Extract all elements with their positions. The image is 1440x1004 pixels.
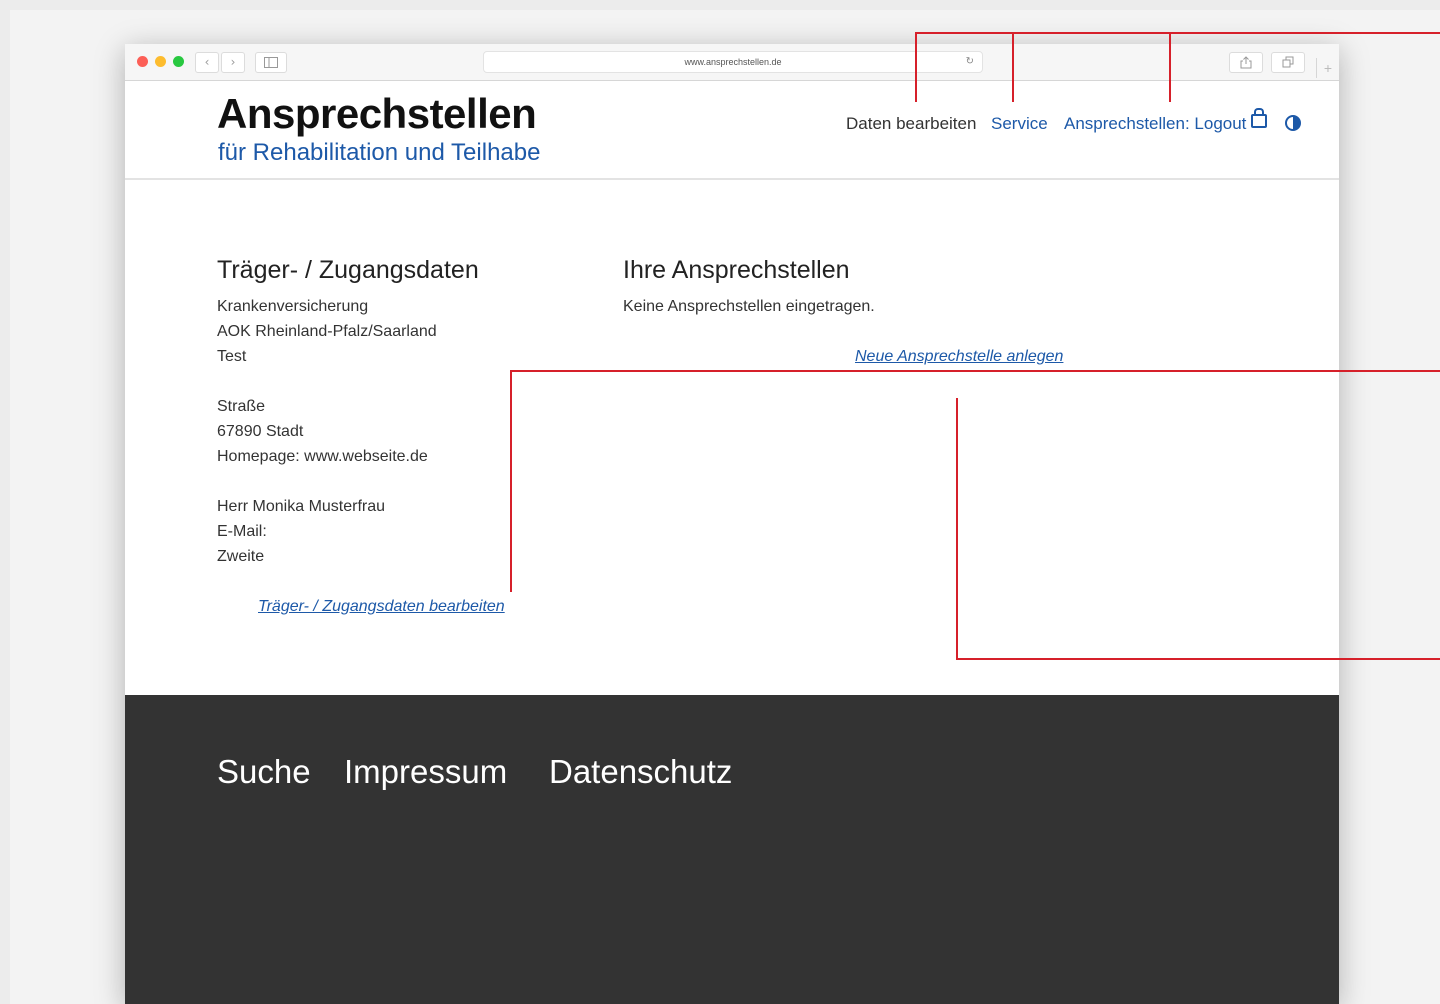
share-icon[interactable] bbox=[1229, 52, 1263, 73]
contrast-toggle-icon[interactable] bbox=[1285, 115, 1301, 131]
back-icon[interactable]: ‹ bbox=[195, 52, 219, 73]
edit-traeger-link[interactable]: Träger- / Zugangsdaten bearbeiten bbox=[258, 598, 505, 616]
footer-link-datenschutz[interactable]: Datenschutz bbox=[549, 753, 732, 791]
site-title[interactable]: Ansprechstellen bbox=[217, 90, 537, 138]
site-footer: Suche Impressum Datenschutz bbox=[125, 695, 1339, 1004]
footer-link-impressum[interactable]: Impressum bbox=[344, 753, 507, 791]
callout-line bbox=[915, 32, 917, 102]
info-line: Herr Monika Musterfrau bbox=[217, 498, 386, 515]
nav-logout[interactable]: Ansprechstellen: Logout bbox=[1064, 108, 1268, 134]
traeger-heading: Träger- / Zugangsdaten bbox=[217, 256, 479, 284]
callout-line-bottom bbox=[956, 658, 1440, 660]
forward-icon[interactable]: › bbox=[221, 52, 245, 73]
reload-icon[interactable]: ↻ bbox=[966, 52, 974, 72]
info-line: Straße bbox=[217, 398, 266, 415]
callout-line-top bbox=[915, 32, 1440, 34]
site-subtitle: für Rehabilitation und Teilhabe bbox=[218, 139, 541, 166]
browser-window: ‹ › www.ansprechstellen.de ↻ + Ansprechs… bbox=[125, 44, 1339, 1004]
maximize-window-button[interactable] bbox=[173, 56, 184, 67]
empty-state-text: Keine Ansprechstellen eingetragen. bbox=[623, 298, 875, 315]
info-line: Homepage: www.webseite.de bbox=[217, 448, 428, 465]
address-bar[interactable]: www.ansprechstellen.de ↻ bbox=[483, 51, 983, 73]
nav-service[interactable]: Service bbox=[991, 114, 1048, 134]
info-line: E-Mail: bbox=[217, 523, 267, 540]
info-line: Zweite bbox=[217, 548, 265, 565]
callout-line bbox=[510, 370, 512, 592]
lock-icon bbox=[1251, 108, 1268, 128]
info-line: 67890 Stadt bbox=[217, 423, 304, 440]
nav-logout-label: Ansprechstellen: Logout bbox=[1064, 114, 1247, 133]
footer-link-suche[interactable]: Suche bbox=[217, 753, 311, 791]
browser-toolbar: ‹ › www.ansprechstellen.de ↻ + bbox=[125, 44, 1339, 81]
site-header: Ansprechstellen für Rehabilitation und T… bbox=[125, 81, 1339, 180]
minimize-window-button[interactable] bbox=[155, 56, 166, 67]
close-window-button[interactable] bbox=[137, 56, 148, 67]
info-line: AOK Rheinland-Pfalz/Saarland bbox=[217, 323, 437, 340]
callout-line bbox=[956, 398, 958, 659]
nav-daten-bearbeiten[interactable]: Daten bearbeiten bbox=[846, 114, 976, 134]
ansprechstellen-heading: Ihre Ansprechstellen bbox=[623, 256, 850, 284]
info-line: Krankenversicherung bbox=[217, 298, 369, 315]
callout-line-middle bbox=[510, 370, 1440, 372]
new-tab-button[interactable]: + bbox=[1316, 58, 1339, 78]
url-text: www.ansprechstellen.de bbox=[684, 57, 782, 67]
new-ansprechstelle-link[interactable]: Neue Ansprechstelle anlegen bbox=[855, 348, 1063, 366]
tabs-overview-icon[interactable] bbox=[1271, 52, 1305, 73]
callout-line bbox=[1012, 32, 1014, 102]
sidebar-toggle-icon[interactable] bbox=[255, 52, 287, 73]
callout-line bbox=[1169, 32, 1171, 102]
info-line: Test bbox=[217, 348, 247, 365]
